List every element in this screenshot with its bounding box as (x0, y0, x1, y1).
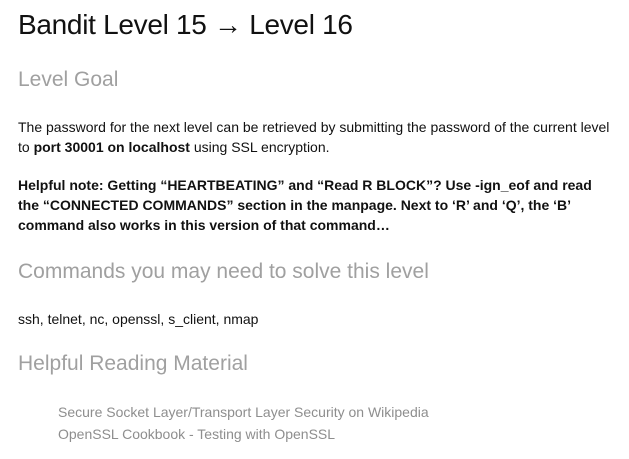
level-goal-text-part2: using SSL encryption. (189, 139, 330, 155)
list-item: Secure Socket Layer/Transport Layer Secu… (58, 401, 429, 423)
commands-list: ssh, telnet, nc, openssl, s_client, nmap (18, 311, 259, 327)
level-goal-heading: Level Goal (18, 68, 119, 91)
reading-heading: Helpful Reading Material (18, 352, 248, 375)
level-goal-text: The password for the next level can be r… (18, 117, 616, 157)
page-title: Bandit Level 15 → Level 16 (18, 9, 353, 40)
page: Bandit Level 15 → Level 16 Level Goal Th… (0, 0, 629, 459)
list-item: OpenSSL Cookbook - Testing with OpenSSL (58, 423, 429, 445)
level-goal-port: port 30001 on localhost (33, 139, 190, 155)
reading-links-list: Secure Socket Layer/Transport Layer Secu… (58, 401, 429, 445)
helpful-note: Helpful note: Getting “HEARTBEATING” and… (18, 177, 592, 233)
reading-link-ssl-tls-wikipedia[interactable]: Secure Socket Layer/Transport Layer Secu… (58, 404, 429, 420)
reading-link-openssl-cookbook[interactable]: OpenSSL Cookbook - Testing with OpenSSL (58, 426, 335, 442)
commands-heading: Commands you may need to solve this leve… (18, 260, 429, 283)
